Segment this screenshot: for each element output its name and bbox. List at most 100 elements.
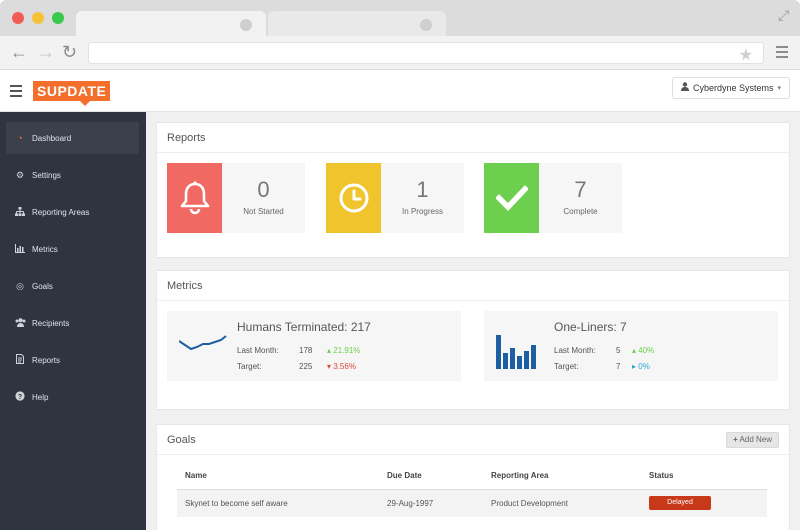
browser-window: ⤢ ← → ↻ ★ SUPDATE Cyberdyne Systems ▾ ◔ … [0, 0, 800, 530]
column-header-reporting-area[interactable]: Reporting Area [483, 463, 641, 490]
bell-icon [167, 163, 222, 233]
column-header-name[interactable]: Name [177, 463, 379, 490]
back-arrow-icon[interactable]: ← [10, 43, 28, 61]
account-name: Cyberdyne Systems [692, 82, 774, 93]
metric-row-label: Last Month: [237, 346, 279, 355]
users-icon [14, 317, 26, 329]
sparkline-bar-chart [496, 335, 536, 369]
metric-row-label: Last Month: [554, 346, 596, 355]
metric-delta-value: 0% [638, 362, 650, 371]
sidebar-item-label: Settings [32, 170, 61, 180]
arrow-up-icon: ▴ [632, 346, 637, 355]
goals-table: Name Due Date Reporting Area Status Skyn… [177, 463, 767, 517]
reload-icon[interactable]: ↻ [62, 43, 77, 61]
sidebar-item-label: Goals [32, 281, 53, 291]
sidebar-item-recipients[interactable]: Recipients [6, 307, 139, 339]
sidebar-item-reports[interactable]: Reports [6, 344, 139, 376]
arrow-right-icon: ▸ [632, 362, 637, 371]
metric-delta-value: 40% [638, 346, 655, 355]
metric-row-value: 5 [616, 346, 621, 355]
app-viewport: SUPDATE Cyberdyne Systems ▾ ◔ Dashboard … [0, 70, 800, 530]
app-header: SUPDATE Cyberdyne Systems ▾ [0, 70, 800, 112]
tab-close-icon[interactable] [240, 19, 252, 31]
sidebar-item-metrics[interactable]: Metrics [6, 233, 139, 265]
arrow-down-icon: ▾ [327, 362, 332, 371]
hamburger-menu-icon[interactable] [10, 85, 22, 100]
metric-delta-flat: ▸ 0% [632, 362, 650, 371]
maximize-window-dot[interactable] [52, 12, 64, 24]
plus-icon: + [733, 434, 738, 444]
stat-value: 7 [574, 177, 587, 202]
sidebar-item-label: Reporting Areas [32, 207, 90, 217]
metric-title: Humans Terminated: 217 [237, 320, 371, 334]
stat-label: Not Started [243, 207, 284, 216]
browser-tab-inactive[interactable] [268, 11, 446, 37]
help-icon: ? [14, 391, 26, 403]
stat-in-progress[interactable]: 1 In Progress [326, 163, 464, 233]
table-header-row: Name Due Date Reporting Area Status [177, 463, 767, 490]
sidebar-item-label: Metrics [32, 244, 58, 254]
document-icon [14, 354, 26, 366]
column-header-status[interactable]: Status [641, 463, 767, 490]
account-dropdown[interactable]: Cyberdyne Systems ▾ [671, 77, 790, 99]
fullscreen-icon[interactable]: ⤢ [778, 8, 792, 22]
column-header-due-date[interactable]: Due Date [379, 463, 483, 490]
sidebar-item-settings[interactable]: ⚙ Settings [6, 159, 139, 191]
sidebar-item-reporting-areas[interactable]: Reporting Areas [6, 196, 139, 228]
arrow-up-icon: ▴ [327, 346, 332, 355]
stat-complete[interactable]: 7 Complete [484, 163, 622, 233]
bookmark-star-icon[interactable]: ★ [739, 45, 753, 65]
caret-down-icon: ▾ [777, 84, 781, 92]
supdate-logo[interactable]: SUPDATE [33, 81, 111, 106]
sitemap-icon [14, 206, 26, 218]
stat-not-started[interactable]: 0 Not Started [167, 163, 305, 233]
stat-label: Complete [563, 207, 598, 216]
metric-delta-value: 3.56% [333, 362, 356, 371]
svg-text:?: ? [18, 394, 22, 401]
sidebar-item-goals[interactable]: ◎ Goals [6, 270, 139, 302]
sidebar-item-label: Dashboard [32, 133, 72, 143]
close-window-dot[interactable] [12, 12, 24, 24]
metric-delta-value: 21.91% [333, 346, 361, 355]
goal-status-cell: Delayed [641, 489, 767, 517]
sidebar-item-help[interactable]: ? Help [6, 381, 139, 413]
sidebar-item-dashboard[interactable]: ◔ Dashboard [6, 122, 139, 154]
browser-menu-icon[interactable] [776, 46, 788, 61]
goals-panel: Goals + Add New Name Due Date Reporting … [156, 424, 790, 530]
main-content: Reports 0 Not Started 1 In Progress 7 Co… [146, 112, 800, 530]
metric-row-value: 7 [616, 362, 621, 371]
clock-icon [326, 163, 381, 233]
sidebar-item-label: Reports [32, 355, 61, 365]
browser-titlebar: ⤢ [0, 0, 800, 37]
browser-tab-active[interactable] [76, 11, 266, 37]
metric-row-value: 178 [299, 346, 313, 355]
bar-chart-icon [14, 243, 26, 255]
minimize-window-dot[interactable] [32, 12, 44, 24]
address-bar[interactable]: ★ [88, 42, 764, 64]
metric-delta-up: ▴ 40% [632, 346, 654, 355]
add-new-button[interactable]: + Add New [726, 431, 779, 448]
sparkline-line-chart [179, 335, 227, 351]
table-row[interactable]: Skynet to become self aware 29-Aug-1997 … [177, 489, 767, 517]
reports-title: Reports [157, 123, 789, 153]
target-icon: ◎ [16, 280, 24, 291]
goal-due-date: 29-Aug-1997 [379, 489, 483, 517]
metric-delta-up: ▴ 21.91% [327, 346, 360, 355]
gears-icon: ⚙ [15, 169, 25, 180]
metric-card-one-liners[interactable]: One-Liners: 7 Last Month: 5 ▴ 40% Target… [484, 311, 778, 381]
tab-close-icon[interactable] [420, 19, 432, 31]
goal-name[interactable]: Skynet to become self aware [177, 489, 379, 517]
metric-row-value: 225 [299, 362, 313, 371]
dashboard-icon: ◔ [17, 133, 23, 143]
forward-arrow-icon[interactable]: → [37, 43, 55, 61]
metric-delta-down: ▾ 3.56% [327, 362, 356, 371]
stat-value: 1 [416, 177, 429, 202]
sidebar: ◔ Dashboard ⚙ Settings Reporting Areas M… [0, 112, 146, 530]
sidebar-item-label: Help [32, 392, 49, 402]
metrics-title: Metrics [157, 271, 789, 301]
status-badge: Delayed [649, 496, 711, 511]
metric-card-humans-terminated[interactable]: Humans Terminated: 217 Last Month: 178 ▴… [167, 311, 461, 381]
add-new-label: Add New [739, 434, 772, 444]
stat-value: 0 [257, 177, 270, 202]
metrics-body: Humans Terminated: 217 Last Month: 178 ▴… [157, 301, 789, 401]
